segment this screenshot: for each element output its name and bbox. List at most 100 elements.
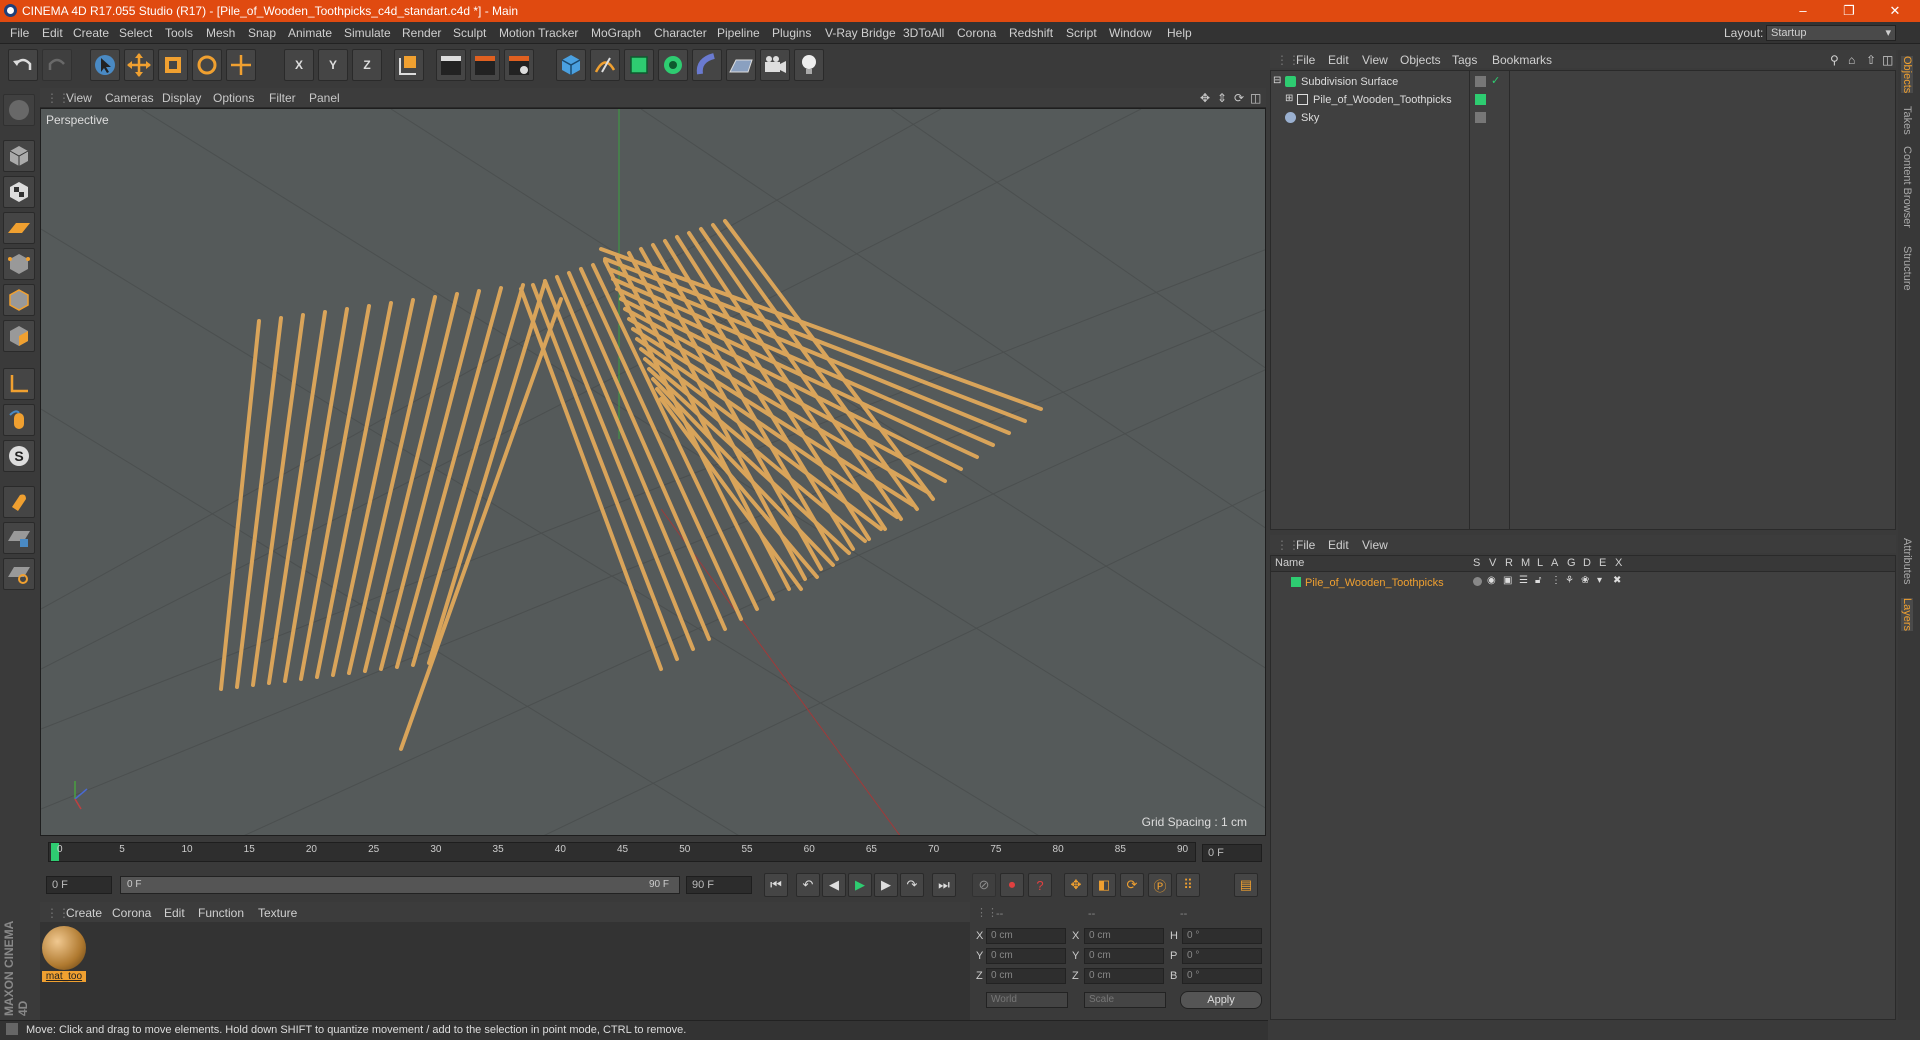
menu-edit[interactable]: Edit: [42, 26, 63, 40]
menu-animate[interactable]: Animate: [288, 26, 332, 40]
layer-row[interactable]: Pile_of_Wooden_Toothpicks ◉ ▣ ☰ 🔓︎ ⋮ ⚘ ❀…: [1271, 574, 1895, 592]
viewport-menu-view[interactable]: View: [66, 91, 92, 105]
coordinate-system-button[interactable]: [394, 49, 424, 81]
menu-select[interactable]: Select: [119, 26, 152, 40]
go-to-start-button[interactable]: ⏮: [764, 873, 788, 897]
object-row-toothpicks[interactable]: ⊞ Pile_of_Wooden_Toothpicks: [1271, 91, 1895, 109]
autokeying-button[interactable]: ⏺: [1000, 873, 1024, 897]
render-view-button[interactable]: [436, 49, 466, 81]
viewport-maximize-icon[interactable]: ◫: [1250, 91, 1261, 105]
solo-dot-icon[interactable]: [1473, 577, 1482, 586]
layer-color-icon[interactable]: [1475, 94, 1486, 105]
tab-objects[interactable]: Objects: [1901, 56, 1913, 94]
animation-icon[interactable]: ⋮: [1551, 575, 1561, 586]
manager-icon[interactable]: ☰: [1519, 575, 1528, 586]
object-menu-view[interactable]: View: [1362, 53, 1388, 67]
viewport-menu-panel[interactable]: Panel: [309, 91, 340, 105]
menu-script[interactable]: Script: [1066, 26, 1097, 40]
key-scale-button[interactable]: ◧: [1092, 873, 1116, 897]
menu-create[interactable]: Create: [73, 26, 109, 40]
scale-tool-button[interactable]: [158, 49, 188, 81]
layer-menu-view[interactable]: View: [1362, 538, 1388, 552]
axis-mode-button[interactable]: [3, 368, 35, 400]
viewport-rotate-icon[interactable]: ⟳: [1234, 91, 1244, 105]
timeline-track[interactable]: 0 5 10 15 20 25 30 35 40 45 50 55 60 65 70 75 80 85 90: [48, 842, 1196, 862]
menu-render[interactable]: Render: [402, 26, 441, 40]
deformer-icon[interactable]: ❀: [1581, 575, 1589, 586]
redo-button[interactable]: [42, 49, 72, 81]
expression-icon[interactable]: ▾: [1597, 575, 1602, 586]
texture-mode-button[interactable]: [3, 176, 35, 208]
xref-icon[interactable]: ✖: [1613, 575, 1621, 586]
menu-character[interactable]: Character: [654, 26, 707, 40]
tab-takes[interactable]: Takes: [1901, 106, 1913, 135]
perspective-viewport[interactable]: Perspective Grid Spacing : 1 cm: [40, 108, 1266, 836]
viewport-menu-cameras[interactable]: Cameras: [105, 91, 154, 105]
timeline-window-button[interactable]: ▤: [1234, 873, 1258, 897]
menu-vray-bridge[interactable]: V-Ray Bridge: [825, 26, 896, 40]
subdivision-surface-button[interactable]: [624, 49, 654, 81]
model-mode-button[interactable]: [3, 140, 35, 172]
menu-mograph[interactable]: MoGraph: [591, 26, 641, 40]
tab-layers[interactable]: Layers: [1901, 598, 1913, 632]
snapping-button[interactable]: S: [3, 440, 35, 472]
position-x-field[interactable]: 0 cm: [986, 928, 1066, 944]
material-menu-create[interactable]: Create: [66, 906, 102, 920]
camera-button[interactable]: [760, 49, 790, 81]
cube-object-button[interactable]: [556, 49, 586, 81]
object-menu-tags[interactable]: Tags: [1452, 53, 1477, 67]
spline-pen-button[interactable]: [590, 49, 620, 81]
next-frame-button[interactable]: ▶: [874, 873, 898, 897]
record-keys-button[interactable]: ⊘: [972, 873, 996, 897]
previous-frame-button[interactable]: ◀: [822, 873, 846, 897]
next-key-button[interactable]: ↷: [900, 873, 924, 897]
key-position-button[interactable]: ✥: [1064, 873, 1088, 897]
key-parameter-button[interactable]: Ⓟ: [1148, 873, 1172, 897]
rotation-b-field[interactable]: 0 °: [1182, 968, 1262, 984]
object-menu-edit[interactable]: Edit: [1328, 53, 1349, 67]
move-tool-button[interactable]: [124, 49, 154, 81]
viewport-menu-display[interactable]: Display: [162, 91, 201, 105]
points-mode-button[interactable]: [3, 248, 35, 280]
menu-mesh[interactable]: Mesh: [206, 26, 235, 40]
menu-window[interactable]: Window: [1109, 26, 1152, 40]
tab-attributes[interactable]: Attributes: [1901, 538, 1913, 584]
apply-button[interactable]: Apply: [1180, 991, 1262, 1009]
material-menu-corona[interactable]: Corona: [112, 906, 151, 920]
close-button[interactable]: ✕: [1872, 0, 1918, 22]
tab-content-browser[interactable]: Content Browser: [1901, 146, 1913, 228]
position-y-field[interactable]: 0 cm: [986, 948, 1066, 964]
preview-range-slider[interactable]: 0 F 90 F: [120, 876, 680, 894]
object-menu-objects[interactable]: Objects: [1400, 53, 1441, 67]
tweak-mode-button[interactable]: [3, 404, 35, 436]
size-y-field[interactable]: 0 cm: [1084, 948, 1164, 964]
timeline-ruler[interactable]: 0 5 10 15 20 25 30 35 40 45 50 55 60 65 70 75 80 85 90 0 F: [40, 838, 1266, 866]
planar-workplane-button[interactable]: [3, 558, 35, 590]
workplane-mode-button[interactable]: [3, 212, 35, 244]
transform-tool-button[interactable]: [226, 49, 256, 81]
deformer-button[interactable]: [692, 49, 722, 81]
viewport-zoom-icon[interactable]: ⇕: [1217, 91, 1227, 105]
play-button[interactable]: ▶: [848, 873, 872, 897]
visibility-icon[interactable]: [1475, 76, 1486, 87]
render-to-picture-viewer-button[interactable]: [470, 49, 500, 81]
up-arrow-icon[interactable]: ⇧: [1866, 53, 1876, 67]
maximize-panel-icon[interactable]: ◫: [1882, 53, 1893, 67]
edges-mode-button[interactable]: [3, 284, 35, 316]
search-icon[interactable]: ⚲: [1830, 53, 1839, 67]
menu-tools[interactable]: Tools: [165, 26, 193, 40]
object-row-subdivision-surface[interactable]: ⊟ Subdivision Surface ✓: [1271, 73, 1895, 91]
menu-plugins[interactable]: Plugins: [772, 26, 811, 40]
object-row-sky[interactable]: Sky: [1271, 109, 1895, 127]
home-icon[interactable]: ⌂: [1848, 53, 1855, 67]
current-frame-field[interactable]: 0 F: [1202, 844, 1262, 862]
material-menu-function[interactable]: Function: [198, 906, 244, 920]
x-axis-lock-button[interactable]: X: [284, 49, 314, 81]
start-frame-field[interactable]: 0 F: [46, 876, 112, 894]
viewport-move-icon[interactable]: ✥: [1200, 91, 1210, 105]
polygons-mode-button[interactable]: [3, 320, 35, 352]
live-selection-button[interactable]: [90, 49, 120, 81]
menu-corona[interactable]: Corona: [957, 26, 996, 40]
z-axis-lock-button[interactable]: Z: [352, 49, 382, 81]
menu-redshift[interactable]: Redshift: [1009, 26, 1053, 40]
